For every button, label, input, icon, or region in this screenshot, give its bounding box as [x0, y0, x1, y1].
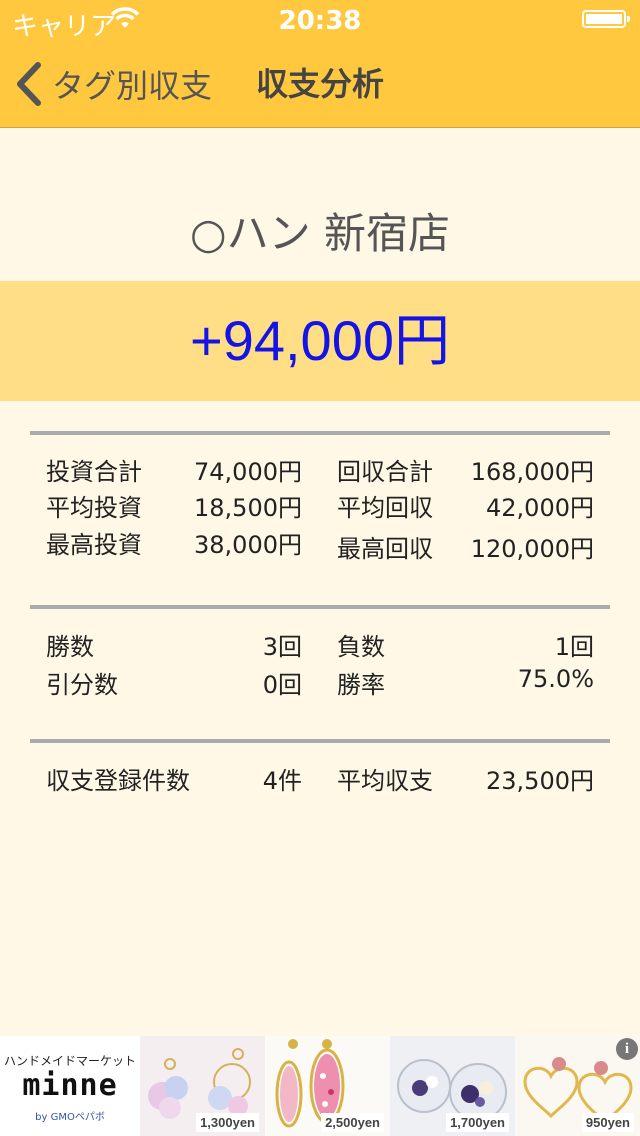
back-button[interactable]: タグ別収支	[14, 40, 212, 128]
section-divider	[30, 431, 610, 435]
stat-label: 勝率	[337, 671, 385, 699]
ad-price: 1,300yen	[196, 1113, 259, 1132]
stat-value: 42,000円	[486, 494, 594, 522]
stat-row: 引分数 0回 勝率 75.0%	[46, 665, 594, 701]
stat-value: 74,000円	[194, 458, 302, 486]
chevron-left-icon	[17, 62, 41, 106]
stat-value: 23,500円	[486, 767, 594, 795]
stat-row: 勝数 3回 負数 1回	[46, 627, 594, 663]
shop-name: ○ハン 新宿店	[190, 209, 450, 258]
page-title: 収支分析	[256, 65, 385, 103]
stat-value: 0回	[262, 671, 302, 699]
total-balance: +94,000円	[190, 309, 450, 372]
stat-value: 75.0%	[517, 665, 594, 693]
navigation-bar: タグ別収支 収支分析	[0, 40, 640, 128]
stat-label: 最高投資	[46, 531, 142, 559]
stat-label: 回収合計	[337, 458, 433, 486]
ad-banner[interactable]: ハンドメイドマーケット minne by GMOペパボ 1,300yen 2,5…	[0, 1036, 640, 1136]
ad-product[interactable]: 1,300yen	[140, 1036, 265, 1136]
stat-label: 収支登録件数	[46, 767, 190, 795]
stat-value: 38,000円	[194, 531, 302, 559]
stat-row: 収支登録件数 4件 平均収支 23,500円	[46, 761, 594, 797]
info-icon[interactable]: i	[616, 1038, 638, 1060]
stat-row: 最高投資 38,000円 最高回収 120,000円	[46, 525, 594, 563]
battery-icon	[582, 10, 630, 28]
stat-label: 最高回収	[337, 535, 433, 563]
section-divider	[30, 605, 610, 609]
total-band: +94,000円	[0, 281, 640, 401]
stat-label: 勝数	[46, 633, 94, 661]
stat-label: 負数	[337, 633, 385, 661]
stat-row: 投資合計 74,000円 回収合計 168,000円	[46, 452, 594, 488]
ad-tagline: ハンドメイドマーケット	[3, 1054, 136, 1068]
stat-value: 4件	[262, 767, 302, 795]
ad-product[interactable]: 1,700yen	[390, 1036, 515, 1136]
stat-row: 平均投資 18,500円 平均回収 42,000円	[46, 488, 594, 524]
ad-price: 950yen	[581, 1113, 634, 1132]
ad-logo: minne	[22, 1068, 118, 1103]
section-divider	[30, 739, 610, 743]
stat-label: 引分数	[46, 671, 118, 699]
clock: 20:38	[278, 6, 362, 36]
stat-label: 平均収支	[337, 767, 433, 795]
stat-value: 1回	[554, 633, 594, 661]
ad-product[interactable]: 2,500yen	[265, 1036, 390, 1136]
status-bar: キャリア 20:38	[0, 0, 640, 42]
ad-brand[interactable]: ハンドメイドマーケット minne by GMOペパボ	[0, 1036, 140, 1136]
stat-label: 平均投資	[46, 494, 142, 522]
stat-label: 平均回収	[337, 494, 433, 522]
stat-value: 168,000円	[470, 458, 594, 486]
ad-price: 2,500yen	[321, 1113, 384, 1132]
stat-label: 投資合計	[46, 458, 142, 486]
stat-value: 120,000円	[470, 535, 594, 563]
stat-value: 18,500円	[194, 494, 302, 522]
ad-price: 1,700yen	[446, 1113, 509, 1132]
back-label: タグ別収支	[52, 67, 213, 105]
stat-value: 3回	[262, 633, 302, 661]
ad-byline: by GMOペパボ	[35, 1112, 105, 1123]
